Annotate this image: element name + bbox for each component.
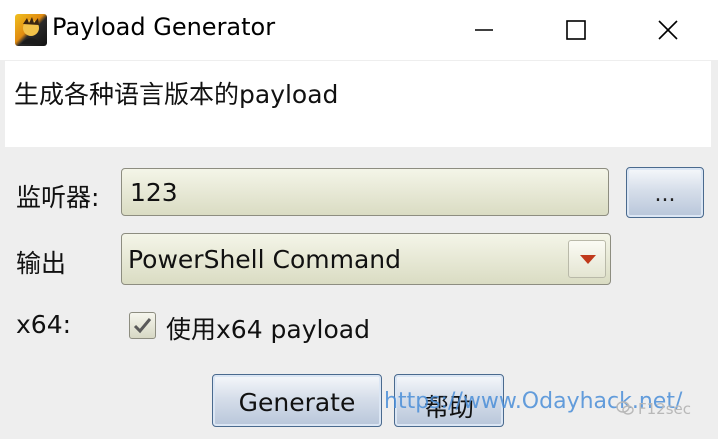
listener-value: 123 <box>130 178 178 207</box>
listener-label: 监听器: <box>16 183 100 212</box>
chevron-down-icon <box>580 255 596 264</box>
maximize-button[interactable] <box>530 0 622 60</box>
browse-listener-button[interactable]: ... <box>626 167 704 218</box>
app-icon <box>15 14 47 46</box>
payload-generator-window: Payload Generator 生成各种语言版本的payload 监听器: … <box>0 0 718 439</box>
checkmark-icon <box>133 318 152 334</box>
close-button[interactable] <box>622 0 714 60</box>
window-title: Payload Generator <box>52 13 276 41</box>
description-panel: 生成各种语言版本的payload <box>5 61 711 147</box>
x64-label: x64: <box>16 310 72 339</box>
dropdown-arrow-button[interactable] <box>568 240 606 278</box>
output-selected-value: PowerShell Command <box>128 245 402 274</box>
watermark-brand: F12sec <box>638 400 692 418</box>
minimize-button[interactable] <box>438 0 530 60</box>
listener-field[interactable]: 123 <box>121 168 609 216</box>
generate-button[interactable]: Generate <box>212 374 382 427</box>
title-bar[interactable]: Payload Generator <box>0 0 718 60</box>
browse-button-label: ... <box>654 182 676 207</box>
maximize-icon <box>566 20 586 40</box>
generate-button-label: Generate <box>238 388 356 417</box>
description-text: 生成各种语言版本的payload <box>14 80 339 109</box>
close-icon <box>658 20 678 40</box>
output-label: 输出 <box>16 249 67 278</box>
x64-checkbox[interactable] <box>129 312 156 339</box>
x64-checkbox-label[interactable]: 使用x64 payload <box>166 310 370 346</box>
wechat-icon <box>616 401 634 415</box>
minimize-icon <box>475 29 493 31</box>
output-format-select[interactable]: PowerShell Command <box>121 233 611 285</box>
